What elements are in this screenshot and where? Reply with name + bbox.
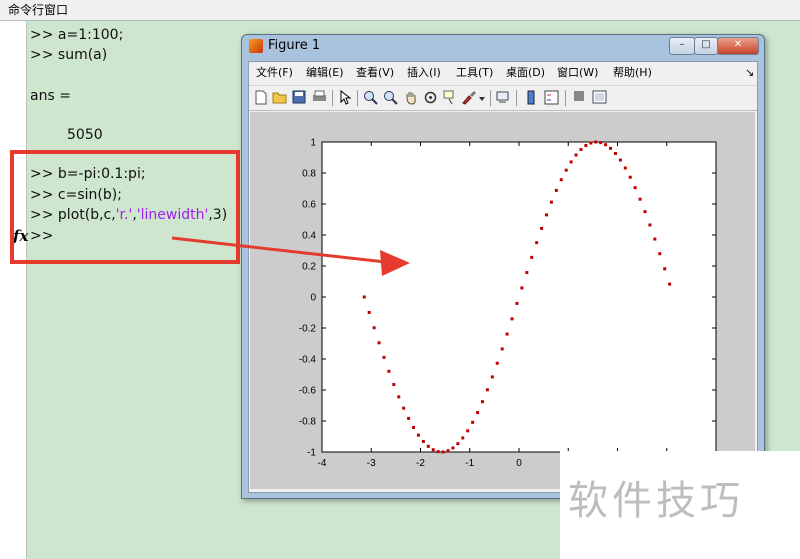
arrow-head [380, 250, 410, 276]
arrow-shaft [171, 236, 386, 264]
annotation-arrow [171, 236, 410, 276]
